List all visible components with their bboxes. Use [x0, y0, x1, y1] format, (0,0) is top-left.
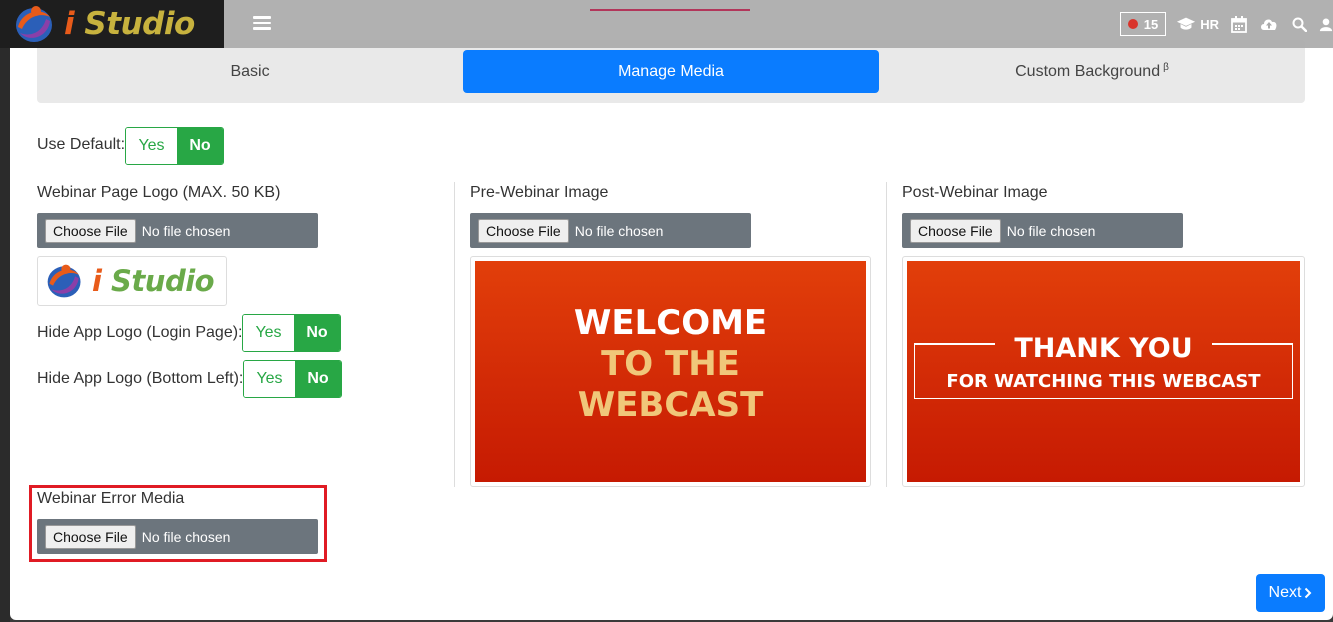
use-default-no-button[interactable]: No — [177, 128, 223, 164]
tab-bar: Basic Manage Media Custom Background β — [37, 40, 1305, 103]
column-divider — [454, 182, 455, 487]
top-right-toolbar: 15 HR — [1119, 12, 1333, 36]
tab-basic[interactable]: Basic — [37, 50, 463, 93]
post-webinar-image: THANK YOU FOR WATCHING THIS WEBCAST — [907, 261, 1300, 482]
hr-menu[interactable]: HR — [1176, 14, 1219, 34]
post-webinar-preview: THANK YOU FOR WATCHING THIS WEBCAST — [902, 256, 1305, 487]
hide-bottom-logo-label: Hide App Logo (Bottom Left): — [37, 370, 244, 387]
pre-webinar-file-status: No file chosen — [574, 222, 664, 239]
hide-login-no-button[interactable]: No — [294, 315, 340, 351]
post-webinar-choose-file-button[interactable]: Choose File — [910, 218, 1001, 243]
post-webinar-file-input: Choose File No file chosen — [902, 213, 1183, 248]
hide-login-yes-button[interactable]: Yes — [243, 315, 294, 351]
hide-login-logo-toggle: Yes No — [242, 314, 341, 352]
pre-webinar-file-input: Choose File No file chosen — [470, 213, 751, 248]
pre-webinar-choose-file-button[interactable]: Choose File — [478, 218, 569, 243]
hide-bottom-yes-button[interactable]: Yes — [244, 361, 295, 397]
post-webinar-file-status: No file chosen — [1006, 222, 1096, 239]
hide-bottom-no-button[interactable]: No — [295, 361, 341, 397]
logo-section-label: Webinar Page Logo (MAX. 50 KB) — [37, 184, 281, 201]
calendar-icon[interactable] — [1229, 14, 1249, 34]
post-webinar-label: Post-Webinar Image — [902, 184, 1048, 201]
menu-icon[interactable] — [253, 16, 271, 30]
logo-preview-text: i Studio — [92, 264, 215, 298]
welcome-text: WELCOME TO THE WEBCAST — [573, 303, 768, 425]
use-default-label: Use Default: — [37, 136, 126, 153]
use-default-yes-button[interactable]: Yes — [126, 128, 177, 164]
pre-webinar-image: WELCOME TO THE WEBCAST — [475, 261, 866, 482]
thank-you-frame: THANK YOU FOR WATCHING THIS WEBCAST — [914, 333, 1293, 399]
logo-file-status: No file chosen — [141, 222, 231, 239]
next-button[interactable]: Next — [1256, 574, 1325, 612]
column-divider — [886, 182, 887, 487]
graduation-cap-icon — [1176, 14, 1196, 34]
top-bar: i Studio 15 HR — [0, 0, 1333, 48]
search-icon[interactable] — [1289, 14, 1309, 34]
error-media-file-input: Choose File No file chosen — [37, 519, 318, 554]
pre-webinar-preview: WELCOME TO THE WEBCAST — [470, 256, 871, 487]
logo-preview: i Studio — [37, 256, 227, 306]
logo-preview-mark-icon — [47, 264, 81, 298]
error-media-choose-file-button[interactable]: Choose File — [45, 524, 136, 549]
chevron-right-icon — [1305, 587, 1312, 599]
brand-mark-icon — [12, 3, 58, 45]
user-icon[interactable] — [1319, 14, 1333, 34]
brand-logo[interactable]: i Studio — [0, 0, 224, 48]
tab-custom-background[interactable]: Custom Background β — [879, 50, 1305, 93]
record-dot-icon — [1127, 19, 1138, 29]
logo-choose-file-button[interactable]: Choose File — [45, 218, 136, 243]
brand-name: i Studio — [64, 6, 195, 42]
use-default-toggle: Yes No — [125, 127, 224, 165]
cloud-upload-icon[interactable] — [1259, 14, 1279, 34]
hide-bottom-logo-toggle: Yes No — [243, 360, 342, 398]
error-media-file-status: No file chosen — [141, 528, 231, 545]
hide-login-logo-label: Hide App Logo (Login Page): — [37, 324, 243, 341]
left-strip — [0, 0, 10, 622]
error-media-label: Webinar Error Media — [37, 490, 185, 507]
live-count-badge[interactable]: 15 — [1119, 12, 1167, 36]
pre-webinar-label: Pre-Webinar Image — [470, 184, 609, 201]
tab-manage-media[interactable]: Manage Media — [463, 50, 879, 93]
top-accent-line — [590, 9, 750, 11]
logo-file-input: Choose File No file chosen — [37, 213, 318, 248]
